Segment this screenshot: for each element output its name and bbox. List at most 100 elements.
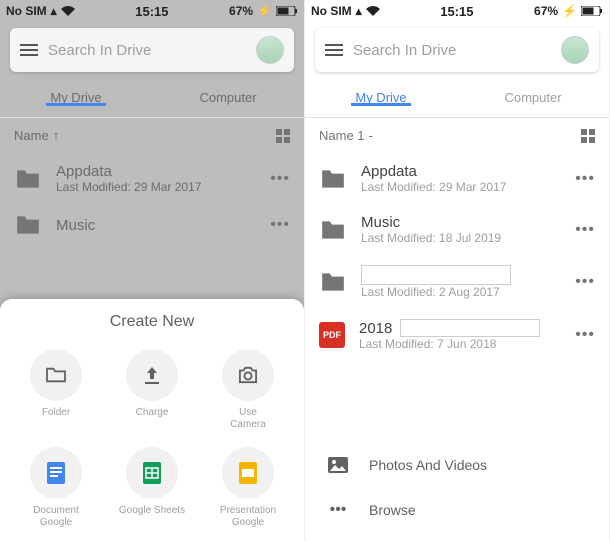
arrow-icon: - [369, 128, 373, 143]
menu-label: Photos And Videos [369, 457, 487, 473]
more-icon[interactable]: ••• [270, 216, 290, 234]
menu-label: Browse [369, 502, 416, 518]
tab-my-drive[interactable]: My Drive [305, 90, 457, 105]
list-item[interactable]: Music Last Modified: 18 Jul 2019 ••• [305, 204, 609, 255]
clock: 15:15 [135, 4, 168, 19]
wifi-icon [366, 6, 380, 16]
photos-videos-button[interactable]: Photos And Videos [305, 443, 609, 487]
photos-icon [327, 457, 349, 473]
camera-icon [237, 366, 259, 384]
redacted-name [400, 319, 540, 337]
more-icon[interactable]: ••• [575, 326, 595, 344]
avatar[interactable] [561, 36, 589, 64]
google-docs-button[interactable]: Document Google [8, 441, 104, 535]
arrow-up-icon: ↑ [53, 128, 60, 143]
folder-meta: Last Modified: 18 Jul 2019 [361, 231, 561, 245]
search-input[interactable]: Search In Drive [353, 42, 551, 59]
search-bar[interactable]: Search In Drive [10, 28, 294, 72]
google-slides-button[interactable]: Presentation Google [200, 441, 296, 535]
folder-list: Appdata Last Modified: 29 Mar 2017 ••• M… [305, 153, 609, 361]
folder-name: Music [361, 214, 561, 231]
status-bar: No SIM ▴ 15:15 67% ⚡ [305, 0, 609, 22]
search-input[interactable]: Search In Drive [48, 42, 246, 59]
more-icon[interactable]: ••• [270, 170, 290, 188]
pdf-icon: PDF [319, 322, 345, 348]
sheet-label: Use Camera [230, 407, 266, 431]
sheet-label: Charge [136, 407, 169, 419]
search-bar[interactable]: Search In Drive [315, 28, 599, 72]
folder-name: Music [56, 217, 256, 234]
bottom-picker: Photos And Videos ••• Browse [305, 435, 609, 541]
carrier-text: No SIM [6, 4, 47, 18]
upload-icon [142, 365, 162, 385]
avatar[interactable] [256, 36, 284, 64]
list-item[interactable]: PDF 2018 Last Modified: 7 Jun 2018 ••• [305, 309, 609, 361]
folder-icon [319, 168, 347, 190]
tab-computer[interactable]: Computer [152, 90, 304, 105]
sort-row: Name 1 - [305, 118, 609, 153]
list-item[interactable]: Appdata Last Modified: 29 Mar 2017 ••• [0, 153, 304, 204]
more-icon[interactable]: ••• [575, 221, 595, 239]
grid-view-icon[interactable] [581, 129, 595, 143]
battery-icon [581, 6, 603, 16]
sort-label: Name 1 [319, 128, 365, 143]
folder-name: Appdata [56, 163, 256, 180]
signal-icon: ▴ [356, 4, 362, 18]
folder-name: Appdata [361, 163, 561, 180]
sheet-label: Presentation Google [220, 505, 276, 529]
sort-row: Name ↑ [0, 118, 304, 153]
list-item[interactable]: Last Modified: 2 Aug 2017 ••• [305, 255, 609, 309]
folder-outline-icon [45, 366, 67, 384]
signal-icon: ▴ [51, 4, 57, 18]
more-horizontal-icon: ••• [327, 501, 349, 519]
browse-button[interactable]: ••• Browse [305, 487, 609, 533]
carrier-text: No SIM [311, 4, 352, 18]
bolt-icon: ⚡ [257, 4, 272, 18]
tabs: My Drive Computer [305, 78, 609, 118]
hamburger-icon[interactable] [325, 44, 343, 56]
sheet-title: Create New [8, 313, 296, 331]
folder-icon [319, 271, 347, 293]
tabs: My Drive Computer [0, 78, 304, 118]
slides-icon [237, 460, 259, 486]
sort-label: Name [14, 128, 49, 143]
folder-icon [14, 168, 42, 190]
sheet-label: Folder [42, 407, 70, 419]
sort-button[interactable]: Name 1 - [319, 128, 373, 143]
docs-icon [45, 460, 67, 486]
sort-button[interactable]: Name ↑ [14, 128, 59, 143]
file-name: 2018 [359, 320, 392, 337]
folder-icon [14, 214, 42, 236]
file-meta: Last Modified: 7 Jun 2018 [359, 337, 561, 351]
more-icon[interactable]: ••• [575, 170, 595, 188]
battery-pct: 67% [534, 4, 558, 18]
folder-list: Appdata Last Modified: 29 Mar 2017 ••• M… [0, 153, 304, 246]
upload-button[interactable]: Charge [104, 343, 200, 437]
list-item[interactable]: Appdata Last Modified: 29 Mar 2017 ••• [305, 153, 609, 204]
clock: 15:15 [440, 4, 473, 19]
sheet-label: Google Sheets [119, 505, 185, 517]
create-folder-button[interactable]: Folder [8, 343, 104, 437]
sheet-label: Document Google [33, 505, 79, 529]
use-camera-button[interactable]: Use Camera [200, 343, 296, 437]
tab-computer[interactable]: Computer [457, 90, 609, 105]
sheets-icon [141, 460, 163, 486]
tab-my-drive[interactable]: My Drive [0, 90, 152, 105]
hamburger-icon[interactable] [20, 44, 38, 56]
bolt-icon: ⚡ [562, 4, 577, 18]
folder-icon [319, 219, 347, 241]
battery-pct: 67% [229, 4, 253, 18]
folder-meta: Last Modified: 29 Mar 2017 [56, 180, 256, 194]
list-item[interactable]: Music ••• [0, 204, 304, 246]
more-icon[interactable]: ••• [575, 273, 595, 291]
folder-meta: Last Modified: 29 Mar 2017 [361, 180, 561, 194]
battery-icon [276, 6, 298, 16]
google-sheets-button[interactable]: Google Sheets [104, 441, 200, 535]
grid-view-icon[interactable] [276, 129, 290, 143]
status-bar: No SIM ▴ 15:15 67% ⚡ [0, 0, 304, 22]
phone-left: No SIM ▴ 15:15 67% ⚡ Search In Drive My … [0, 0, 305, 541]
create-new-sheet: Create New Folder Charge Use Camera [0, 299, 304, 541]
folder-meta: Last Modified: 2 Aug 2017 [361, 285, 561, 299]
redacted-name [361, 265, 511, 285]
phone-right: No SIM ▴ 15:15 67% ⚡ Search In Drive My … [305, 0, 610, 541]
